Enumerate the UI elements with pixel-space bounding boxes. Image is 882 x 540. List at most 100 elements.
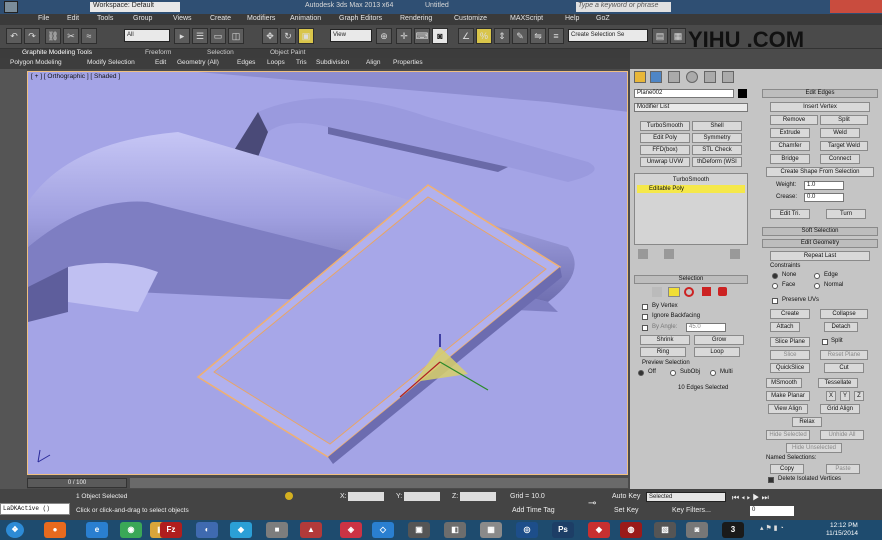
subtab-align[interactable]: Align (366, 59, 380, 66)
rect-selection-icon[interactable]: ▭ (210, 28, 226, 44)
ignore-backfacing-checkbox[interactable] (642, 314, 648, 320)
menu-graph-editors[interactable]: Graph Editors (339, 15, 382, 22)
menu-file[interactable]: File (38, 15, 49, 22)
subtab-geometry[interactable]: Geometry (All) (177, 59, 219, 66)
undo-icon[interactable]: ↶ (6, 28, 22, 44)
split-checkbox[interactable] (822, 339, 828, 345)
grid-align-button[interactable]: Grid Align (820, 404, 860, 414)
modify-tab-icon[interactable] (650, 71, 662, 83)
keyboard-shortcut-icon[interactable]: ⌨ (414, 28, 430, 44)
key-mode-dropdown[interactable]: Selected (646, 492, 726, 502)
menu-animation[interactable]: Animation (290, 15, 321, 22)
app-icon-19[interactable]: ▧ (654, 522, 676, 538)
constraint-none-radio[interactable] (772, 273, 778, 279)
workspace-dropdown[interactable]: Workspace: Default (90, 2, 180, 12)
start-button-icon[interactable]: ❖ (6, 522, 24, 538)
turn-button[interactable]: Turn (826, 209, 866, 219)
viewport-label[interactable]: [ + ] [ Orthographic ] [ Shaded ] (31, 73, 120, 80)
key-icon[interactable]: ⊸ (588, 498, 596, 509)
menu-group[interactable]: Group (133, 15, 152, 22)
preview-multi-radio[interactable] (710, 370, 716, 376)
filezilla-icon[interactable]: Fz (160, 522, 182, 538)
utilities-tab-icon[interactable] (722, 71, 734, 83)
menu-views[interactable]: Views (173, 15, 192, 22)
key-filters-button[interactable]: Key Filters... (672, 507, 711, 514)
menu-tools[interactable]: Tools (97, 15, 113, 22)
slice-plane-button[interactable]: Slice Plane (770, 337, 810, 347)
app-icon-6[interactable]: ◐ (196, 522, 218, 538)
msmooth-button[interactable]: MSmooth (766, 378, 802, 388)
auto-key-button[interactable]: Auto Key (612, 493, 640, 500)
system-tray[interactable]: ▴ ⚑ ▮ ◔ (760, 524, 810, 536)
create-tab-icon[interactable] (634, 71, 646, 83)
motion-tab-icon[interactable] (686, 71, 698, 83)
lock-selection-icon[interactable] (285, 492, 293, 500)
angle-snap-icon[interactable]: ∠ (458, 28, 474, 44)
attach-button[interactable]: Attach (770, 322, 800, 332)
hierarchy-tab-icon[interactable] (668, 71, 680, 83)
preserve-uvs-checkbox[interactable] (772, 298, 778, 304)
constraint-normal-radio[interactable] (814, 283, 820, 289)
dropbox-icon[interactable]: ◇ (372, 522, 394, 538)
internet-explorer-icon[interactable]: e (86, 522, 108, 538)
tab-selection[interactable]: Selection (207, 49, 234, 56)
select-manipulate-icon[interactable]: ✛ (396, 28, 412, 44)
maxscript-listener[interactable]: LaDKActive () (0, 503, 70, 515)
soft-selection-rollout-header[interactable]: Soft Selection (762, 227, 878, 236)
hide-unselected-button[interactable]: Hide Unselected (786, 443, 842, 453)
3dsmax-icon[interactable]: 3 (722, 522, 744, 538)
make-planar-button[interactable]: Make Planar (766, 391, 810, 401)
current-frame-input[interactable]: 0 (750, 506, 794, 516)
menu-maxscript[interactable]: MAXScript (510, 15, 543, 22)
subtab-edit[interactable]: Edit (155, 59, 166, 66)
ffd-box-button[interactable]: FFD(box) (640, 145, 690, 155)
weight-input[interactable]: 1.0 (804, 181, 844, 190)
bind-spacewarp-icon[interactable]: ≈ (81, 28, 97, 44)
target-weld-button[interactable]: Target Weld (820, 141, 868, 151)
z-coordinate-input[interactable] (460, 492, 496, 501)
rotate-icon[interactable]: ↻ (280, 28, 296, 44)
subtab-tris[interactable]: Tris (296, 59, 307, 66)
thdeform-button[interactable]: thDeform (WSI (692, 157, 742, 167)
y-coordinate-input[interactable] (404, 492, 440, 501)
object-color-swatch[interactable] (738, 89, 747, 98)
menu-help[interactable]: Help (565, 15, 579, 22)
selection-rollout-header[interactable]: Selection (634, 275, 748, 284)
cut-button[interactable]: Cut (824, 363, 864, 373)
shrink-button[interactable]: Shrink (640, 335, 690, 345)
delete-isolated-checkbox[interactable] (768, 477, 774, 483)
chrome-icon[interactable]: ◉ (120, 522, 142, 538)
subtab-loops[interactable]: Loops (267, 59, 285, 66)
app-logo-icon[interactable] (4, 1, 18, 13)
menu-modifiers[interactable]: Modifiers (247, 15, 275, 22)
viewport-scene[interactable] (28, 72, 628, 475)
reset-plane-button[interactable]: Reset Plane (820, 350, 868, 360)
move-icon[interactable]: ✥ (262, 28, 278, 44)
planar-z-button[interactable]: Z (854, 391, 864, 401)
stl-check-button[interactable]: STL Check (692, 145, 742, 155)
subtab-polygon-modeling[interactable]: Polygon Modeling (10, 59, 62, 66)
select-object-icon[interactable]: ▸ (174, 28, 190, 44)
named-selection-sets-dropdown[interactable]: Create Selection Se (568, 29, 648, 42)
playback-controls[interactable]: ⏮◂▸▶⏭ (732, 493, 842, 502)
tab-freeform[interactable]: Freeform (145, 49, 171, 56)
mirror-icon[interactable]: ⇋ (530, 28, 546, 44)
percent-snap-icon[interactable]: % (476, 28, 492, 44)
menu-goz[interactable]: GoZ (596, 15, 610, 22)
trackbar[interactable] (130, 478, 628, 488)
weld-button[interactable]: Weld (820, 128, 860, 138)
connect-button[interactable]: Connect (820, 154, 860, 164)
app-icon-7[interactable]: ◆ (230, 522, 252, 538)
border-mode-icon[interactable] (684, 287, 694, 297)
detach-button[interactable]: Detach (824, 322, 858, 332)
quickslice-button[interactable]: QuickSlice (770, 363, 810, 373)
redo-icon[interactable]: ↷ (24, 28, 40, 44)
time-slider[interactable]: 0 / 100 (27, 478, 127, 488)
edge-mode-icon[interactable] (668, 287, 680, 297)
pin-stack-icon[interactable] (638, 249, 648, 259)
constraint-face-radio[interactable] (772, 283, 778, 289)
photoshop-icon[interactable]: Ps (552, 522, 574, 538)
layer-manager-icon[interactable]: ▤ (652, 28, 668, 44)
app-icon-12[interactable]: ▣ (408, 522, 430, 538)
edit-edges-rollout-header[interactable]: Edit Edges (762, 89, 878, 98)
